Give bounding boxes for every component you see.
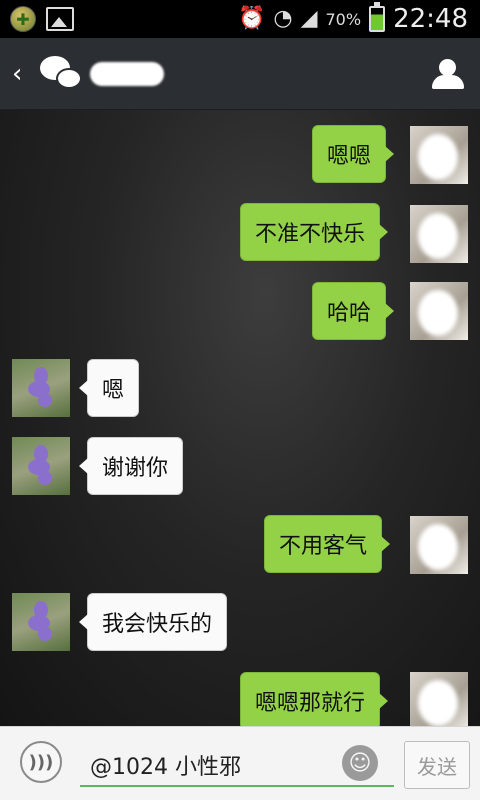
message-bubble-outgoing[interactable]: 嗯嗯那就行: [240, 672, 389, 726]
avatar[interactable]: [12, 359, 70, 417]
status-bar: ✚ ⏰ ◔ ◢ 70% 22:48: [0, 0, 480, 38]
image-icon: [46, 7, 74, 31]
avatar[interactable]: [410, 282, 468, 340]
message-bubble-outgoing[interactable]: 不用客气: [264, 515, 391, 573]
message-bubble-outgoing[interactable]: 嗯嗯: [312, 125, 395, 183]
avatar[interactable]: [12, 437, 70, 495]
voice-icon[interactable]: ))): [20, 741, 62, 783]
send-button[interactable]: 发送: [404, 741, 470, 789]
person-icon[interactable]: [428, 54, 468, 94]
signal-icon: ◢: [300, 6, 318, 31]
chat-header: ‹: [0, 38, 480, 110]
input-bar: ))) ☺ 发送: [0, 726, 480, 800]
status-left: ✚: [10, 6, 74, 32]
avatar[interactable]: [410, 126, 468, 184]
smiley-icon[interactable]: ☺: [342, 745, 378, 781]
status-right: ⏰ ◔ ◢ 70% 22:48: [237, 2, 468, 34]
battery-percent: 70%: [325, 9, 362, 29]
contact-name-redacted: [90, 61, 164, 86]
message-bubble-incoming[interactable]: 谢谢你: [78, 437, 184, 495]
avatar[interactable]: [410, 205, 468, 263]
message-bubble-outgoing[interactable]: 哈哈: [312, 282, 395, 340]
clock: 22:48: [393, 4, 468, 34]
wifi-icon: ◔: [273, 6, 293, 31]
avatar[interactable]: [410, 516, 468, 574]
avatar[interactable]: [410, 672, 468, 726]
wechat-logo-icon[interactable]: [40, 54, 86, 94]
message-list[interactable]: 嗯嗯 不准不快乐 哈哈 嗯 谢谢你 不用客气 我会快乐的 嗯嗯那就行: [0, 110, 480, 726]
message-bubble-incoming[interactable]: 嗯: [78, 359, 140, 417]
alarm-icon: ⏰: [237, 6, 266, 31]
plus-leaf-icon: ✚: [10, 6, 36, 32]
message-bubble-outgoing[interactable]: 不准不快乐: [240, 203, 389, 261]
avatar[interactable]: [12, 593, 70, 651]
message-bubble-incoming[interactable]: 我会快乐的: [78, 593, 228, 651]
battery-charging-icon: [369, 2, 386, 32]
back-button[interactable]: ‹: [12, 59, 36, 89]
